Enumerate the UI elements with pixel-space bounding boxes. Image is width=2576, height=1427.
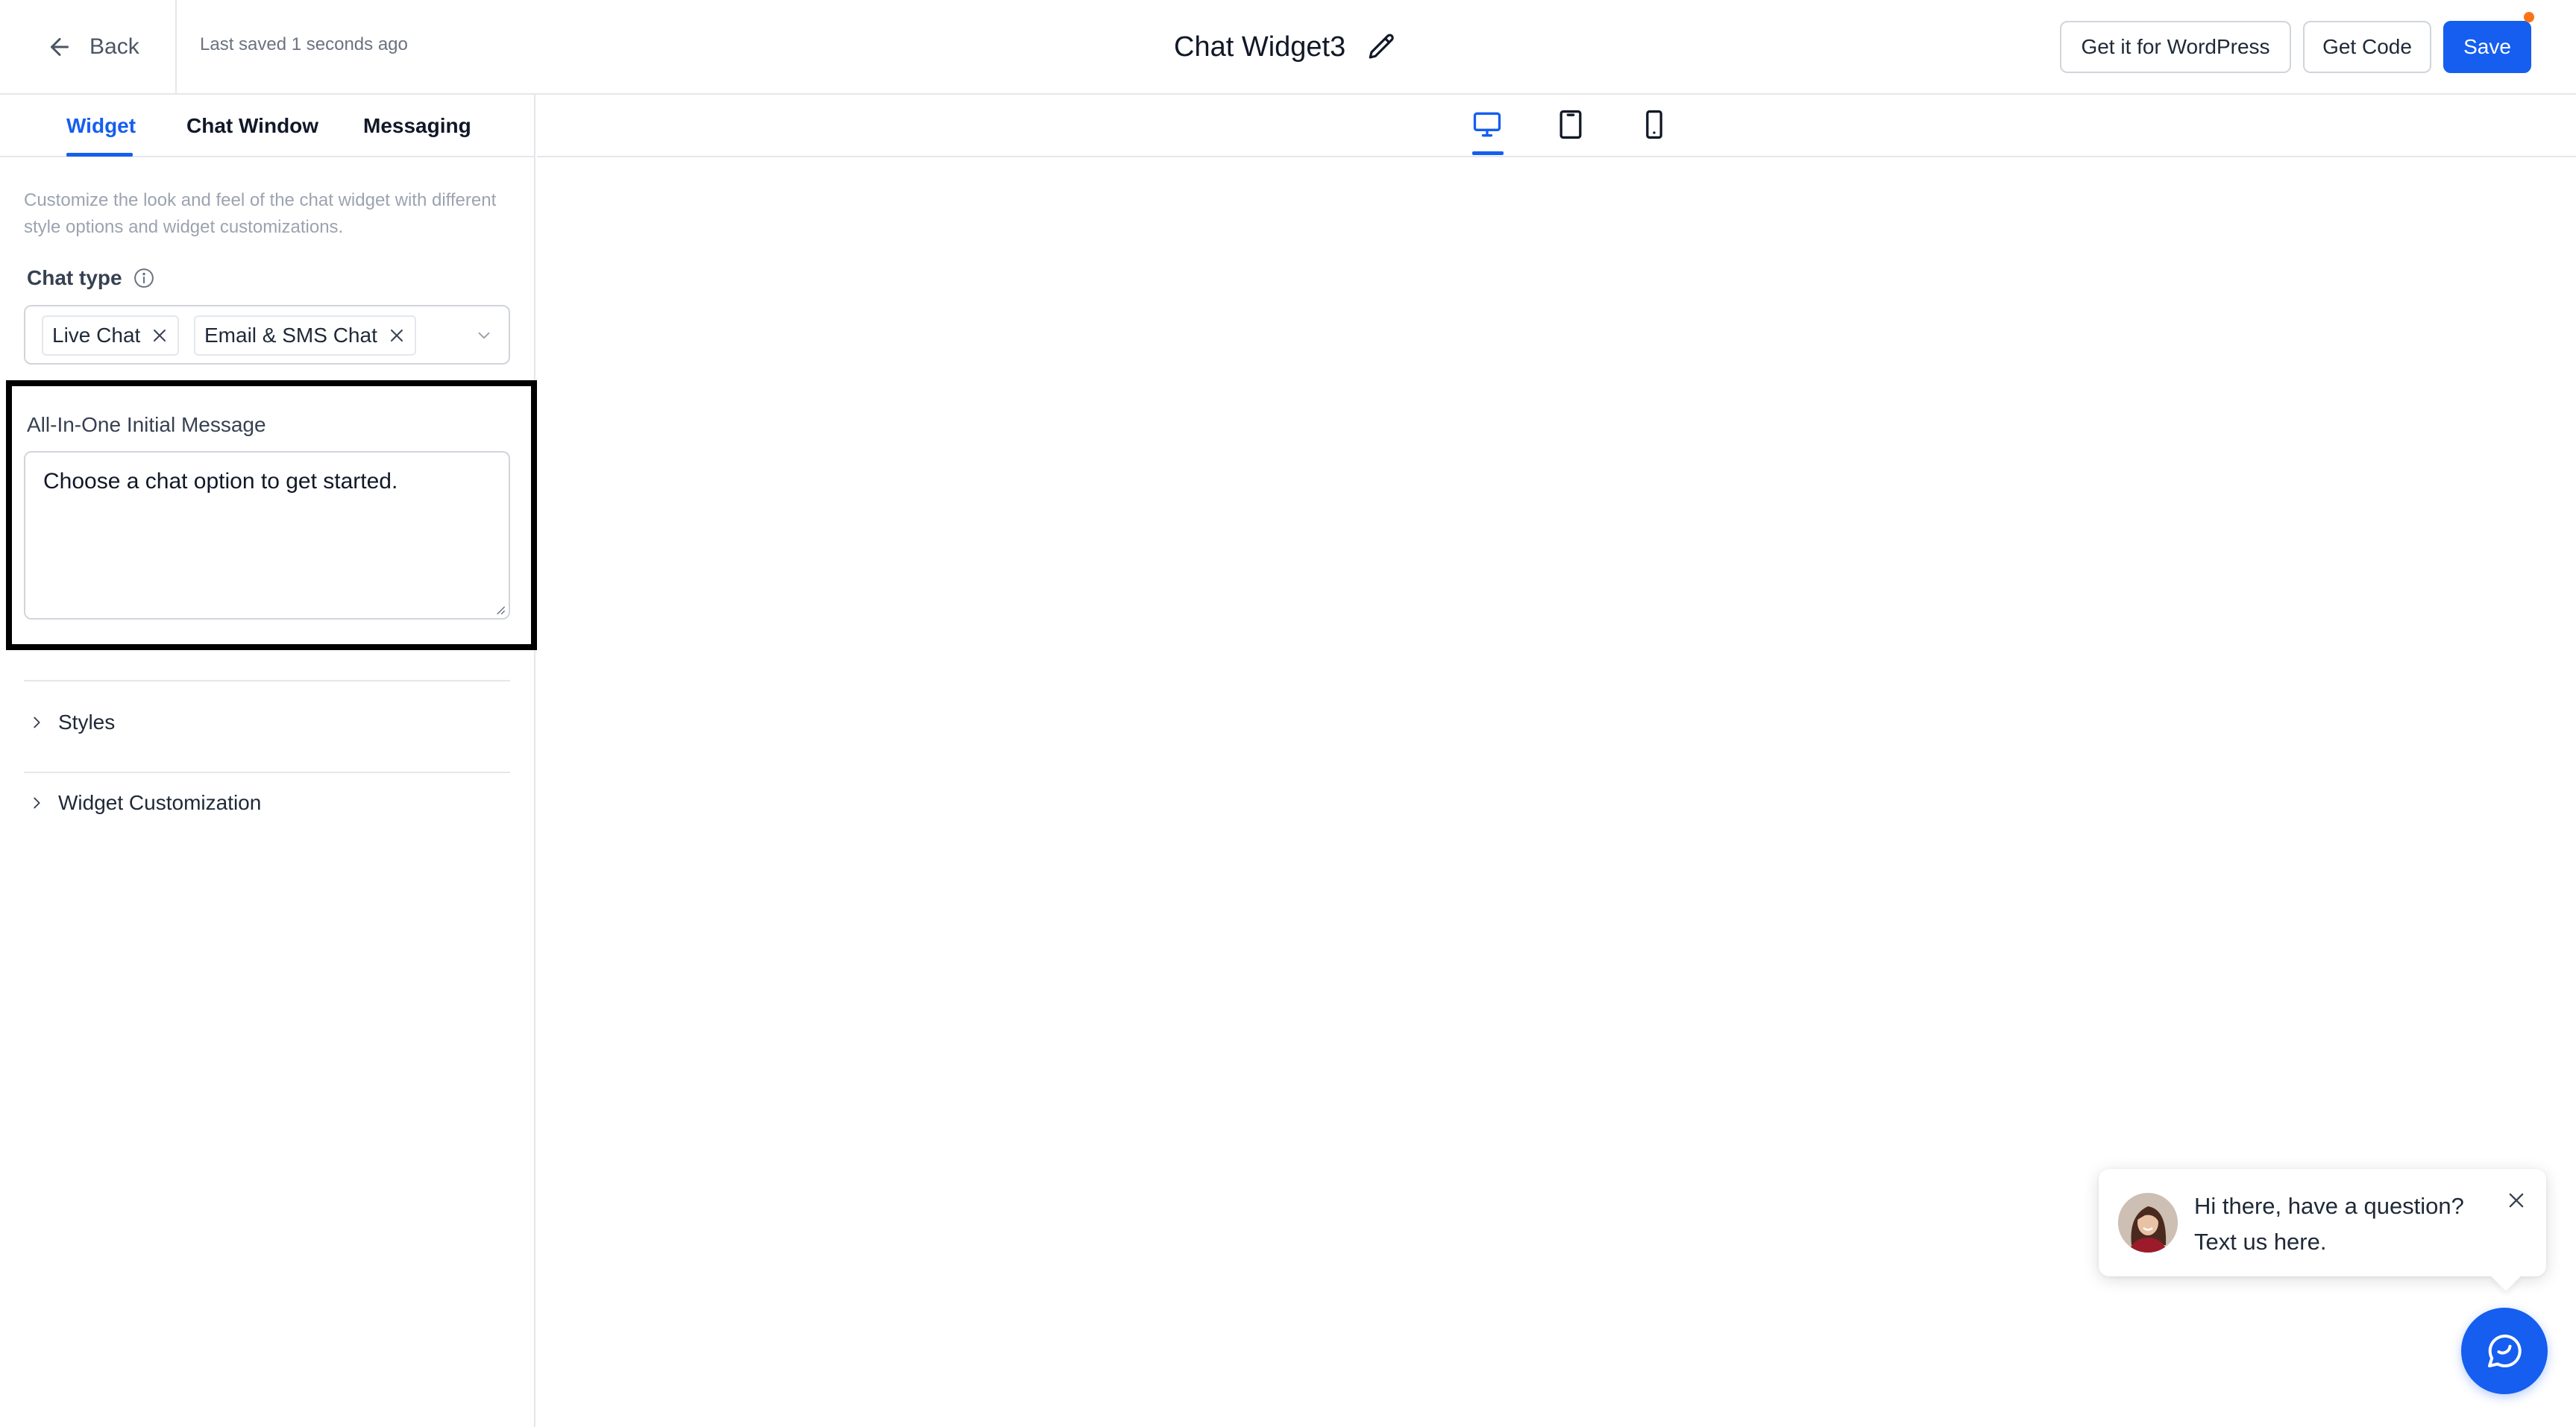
widget-customization-accordion[interactable]: Widget Customization [28, 791, 261, 815]
save-button[interactable]: Save [2443, 21, 2531, 73]
info-icon[interactable] [133, 267, 155, 289]
resize-handle-icon[interactable] [492, 602, 506, 615]
back-label: Back [89, 34, 139, 59]
chevron-right-icon [34, 716, 40, 728]
widget-customization-label: Widget Customization [58, 791, 262, 814]
styles-accordion[interactable]: Styles [28, 711, 115, 734]
widget-title-group: Chat Widget3 [1174, 27, 1398, 67]
bubble-tail [2491, 1261, 2521, 1291]
bubble-message: Hi there, have a question? Text us here. [2194, 1188, 2478, 1260]
header-divider [175, 0, 177, 95]
back-button[interactable]: Back [46, 27, 139, 67]
initial-message-value: Choose a chat option to get started. [43, 469, 398, 494]
bubble-line-2: Text us here. [2194, 1229, 2327, 1255]
tab-widget[interactable]: Widget [66, 114, 136, 138]
chat-type-tag: Live Chat [42, 315, 180, 356]
tablet-icon[interactable] [1554, 108, 1587, 141]
tab-chat-window[interactable]: Chat Window [186, 114, 318, 138]
chat-prompt-bubble[interactable]: Hi there, have a question? Text us here. [2099, 1169, 2546, 1291]
mobile-icon[interactable] [1638, 108, 1671, 141]
active-tab-indicator [66, 153, 133, 157]
chat-type-multiselect[interactable]: Live Chat Email & SMS Chat [24, 305, 510, 365]
desktop-icon[interactable] [1471, 108, 1504, 141]
last-saved-status: Last saved 1 seconds ago [200, 34, 408, 54]
widget-title: Chat Widget3 [1174, 31, 1346, 63]
agent-avatar [2118, 1193, 2178, 1253]
panel-description: Customize the look and feel of the chat … [24, 190, 497, 237]
get-wordpress-button[interactable]: Get it for WordPress [2060, 21, 2291, 73]
tab-messaging[interactable]: Messaging [363, 114, 471, 138]
settings-tabs: Widget Chat Window Messaging [0, 95, 534, 157]
chat-type-label-group: Chat type [27, 266, 155, 290]
chat-bubble-icon [2488, 1335, 2522, 1368]
chat-launcher-button[interactable] [2461, 1308, 2548, 1394]
initial-message-textarea[interactable]: Choose a chat option to get started. [24, 451, 510, 620]
arrow-left-icon [51, 38, 69, 56]
tag-label: Email & SMS Chat [204, 324, 377, 347]
chat-type-label: Chat type [27, 266, 122, 289]
close-icon[interactable] [2506, 1190, 2527, 1211]
styles-accordion-label: Styles [58, 711, 116, 734]
section-divider [24, 772, 510, 773]
pencil-edit-icon[interactable] [1366, 31, 1398, 63]
settings-panel: Widget Chat Window Messaging Customize t… [0, 95, 537, 1427]
remove-tag-icon[interactable] [388, 327, 406, 344]
top-header: Back Last saved 1 seconds ago Chat Widge… [0, 0, 2576, 95]
unsaved-indicator-dot [2524, 12, 2534, 22]
get-code-button[interactable]: Get Code [2303, 21, 2431, 73]
device-preview-toolbar [537, 95, 2576, 157]
chevron-down-icon [478, 332, 490, 339]
tag-label: Live Chat [52, 324, 141, 347]
remove-tag-icon[interactable] [151, 327, 169, 344]
section-divider [24, 680, 510, 681]
chat-type-tag: Email & SMS Chat [194, 315, 416, 356]
chat-widget-editor: Back Last saved 1 seconds ago Chat Widge… [0, 0, 2576, 1427]
active-device-indicator [1472, 151, 1504, 155]
initial-message-label: All-In-One Initial Message [27, 413, 266, 436]
chevron-right-icon [34, 797, 40, 809]
bubble-line-1: Hi there, have a question? [2194, 1193, 2464, 1219]
avatar-image [2118, 1193, 2178, 1253]
